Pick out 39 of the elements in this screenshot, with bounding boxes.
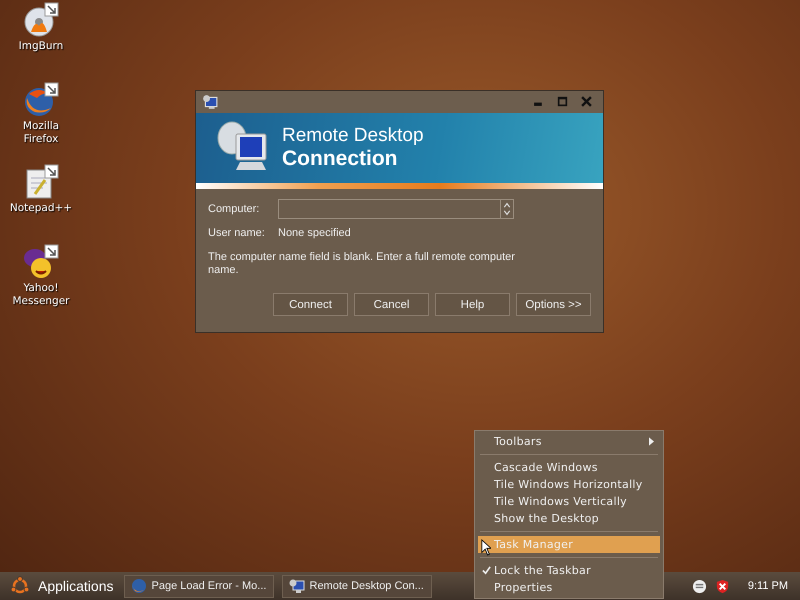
dialog-button[interactable]: Help: [435, 293, 510, 316]
icon-label: Mozilla Firefox: [22, 120, 60, 146]
icon-label: Yahoo! Messenger: [11, 282, 71, 308]
submenu-arrow-icon: [649, 437, 654, 446]
monitor-icon: [288, 578, 304, 594]
applications-menu-button[interactable]: Applications: [8, 574, 116, 598]
shield-icon[interactable]: [714, 578, 730, 594]
icon-label: Notepad++: [8, 202, 74, 215]
globe-icon: [130, 578, 146, 594]
circle-of-friends-icon: [10, 576, 30, 596]
globe-icon[interactable]: [23, 82, 59, 118]
tray-status-icon[interactable]: [692, 578, 707, 594]
spinner-arrows-icon[interactable]: [500, 200, 513, 218]
menu-item[interactable]: Tile Windows Vertically: [478, 493, 660, 510]
dialog-button[interactable]: Cancel: [354, 293, 429, 316]
close-icon[interactable]: [581, 96, 592, 107]
maximize-icon[interactable]: [557, 96, 568, 107]
computer-field[interactable]: [278, 199, 514, 219]
menu-item[interactable]: Cascade Windows: [478, 459, 660, 476]
dialog-button[interactable]: Options >>: [516, 293, 591, 316]
banner-title: Remote Desktop: [282, 125, 424, 147]
smiley-icon[interactable]: [23, 244, 59, 280]
menu-item[interactable]: Show the Desktop: [478, 510, 660, 527]
icon-label: ImgBurn: [18, 40, 64, 53]
banner-title: Connection: [282, 147, 398, 171]
menu-item[interactable]: Lock the Taskbar: [478, 562, 660, 579]
taskbar-button[interactable]: Remote Desktop Con...: [282, 574, 432, 598]
mouse-pointer-icon: [481, 539, 491, 556]
status-message: The computer name field is blank. Enter a full remote computer name.: [208, 251, 516, 277]
dialog-button[interactable]: Connect: [273, 293, 348, 316]
user-name-value: None specified: [278, 227, 351, 239]
field-label: User name:: [208, 227, 266, 239]
monitor-icon: [202, 94, 218, 110]
taskbar-button[interactable]: Page Load Error - Mo...: [124, 574, 274, 598]
field-label: Computer:: [208, 203, 260, 215]
menu-item[interactable]: Properties: [478, 579, 660, 596]
menu-item[interactable]: Toolbars: [478, 433, 660, 450]
clock[interactable]: 9:11 PM: [748, 580, 788, 592]
menu-item[interactable]: Tile Windows Horizontally: [478, 476, 660, 493]
